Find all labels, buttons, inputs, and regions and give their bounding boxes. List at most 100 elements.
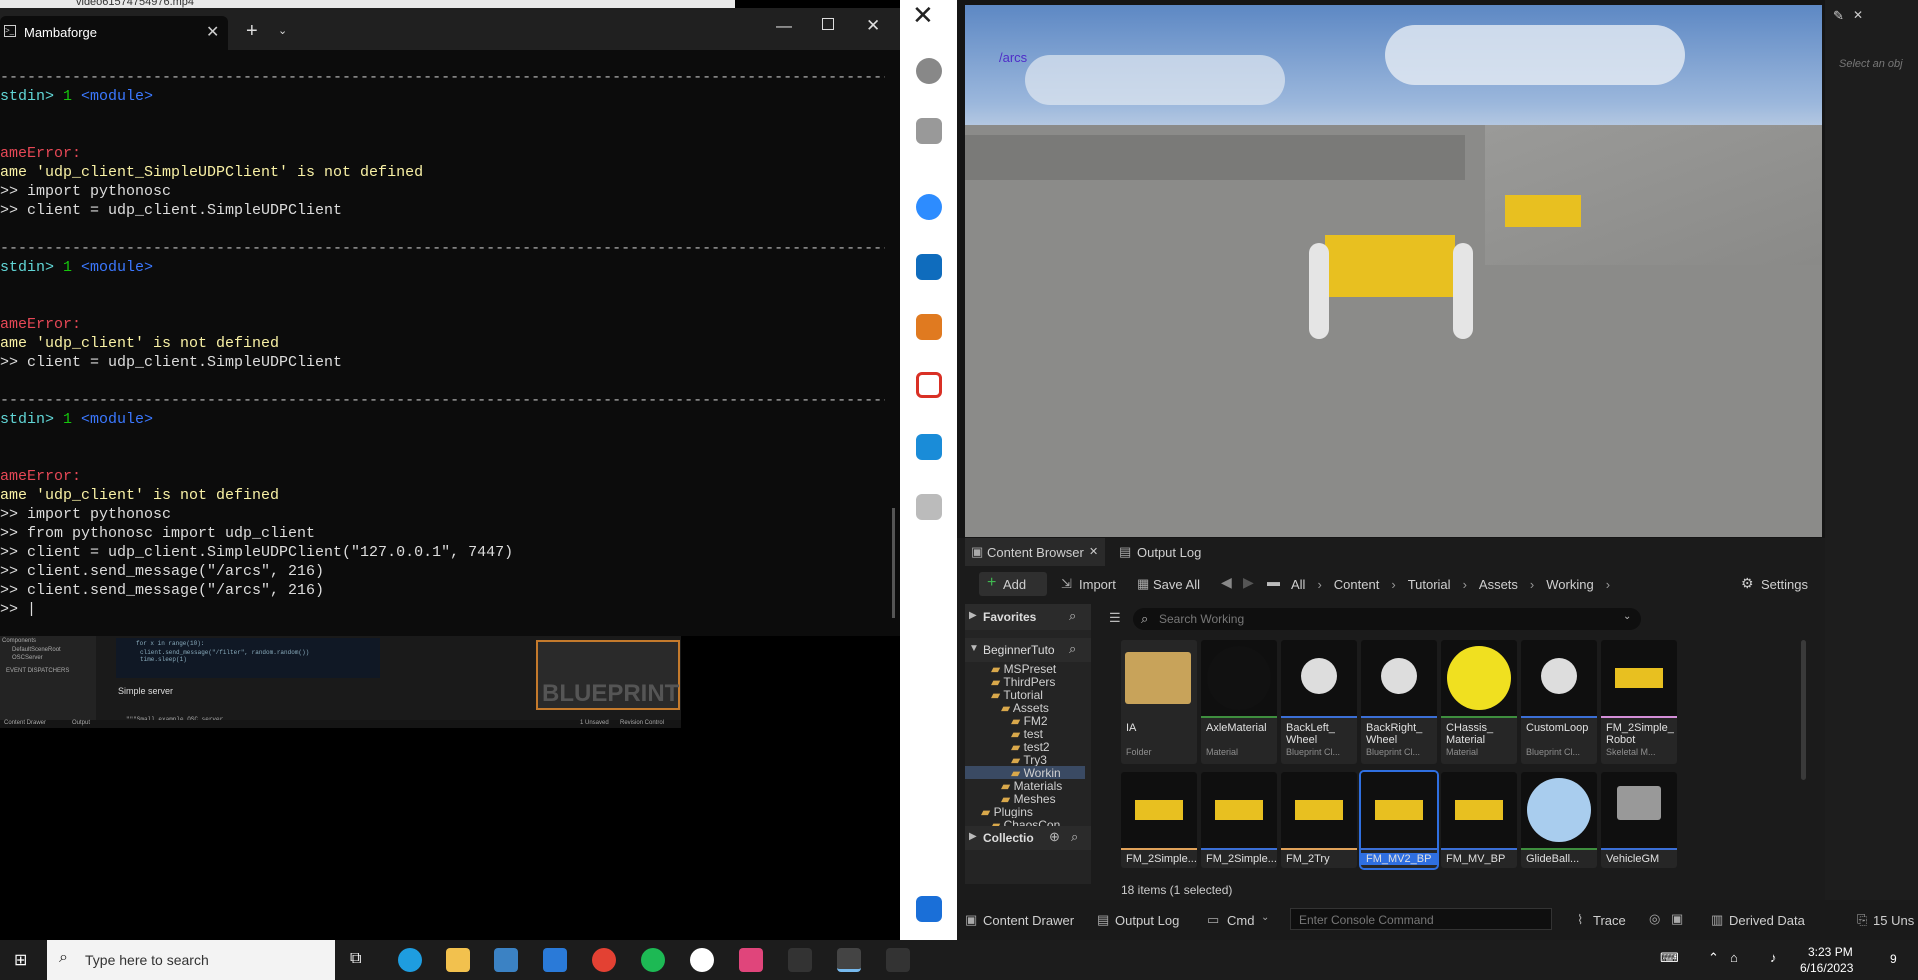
asset-tile[interactable]: FM_2Simple... (1121, 772, 1197, 868)
maximize-icon[interactable] (822, 18, 834, 30)
tree-item[interactable]: ▰ MSPreset (965, 662, 1085, 675)
collections-header[interactable]: ▶ Collectio ⊕ ⌕ (965, 826, 1091, 850)
close-window-icon[interactable]: ✕ (866, 16, 880, 36)
outlook-icon[interactable] (916, 254, 942, 280)
import-button[interactable]: ⇲ Import (1057, 572, 1123, 596)
tree-item[interactable]: ▰ test (965, 727, 1085, 740)
app-icon[interactable] (916, 314, 942, 340)
chrome-icon[interactable] (592, 948, 616, 972)
tree-item[interactable]: ▰ Meshes (965, 792, 1085, 805)
forward-icon[interactable]: ▶ (1243, 574, 1254, 591)
collapse-icon[interactable] (916, 896, 942, 922)
asset-tile[interactable]: FM_2Try (1281, 772, 1357, 868)
back-icon[interactable]: ◀ (1221, 574, 1232, 591)
mail-icon[interactable] (543, 948, 567, 972)
console-input[interactable]: Enter Console Command (1290, 908, 1552, 930)
spotify-icon[interactable] (641, 948, 665, 972)
close-tab-icon[interactable]: ✕ (206, 22, 219, 42)
minimize-icon[interactable]: — (776, 18, 792, 36)
record-icon[interactable]: ◎ (1649, 911, 1660, 927)
asset-tile[interactable]: FM_2Simple_ Robot Skeletal M... (1601, 640, 1677, 764)
tree-item[interactable]: ▰ Workin (965, 766, 1085, 779)
tree-item[interactable]: ▰ Tutorial (965, 688, 1085, 701)
screenshot-icon[interactable]: ▣ (1671, 911, 1683, 927)
add-button[interactable]: + Add (979, 572, 1047, 596)
chevron-up-icon[interactable]: ⌃ (1708, 950, 1719, 966)
add-collection-icon[interactable]: ⊕ (1049, 829, 1060, 845)
tree-item[interactable]: ▰ Try3 (965, 753, 1085, 766)
output-log-button[interactable]: ▤ Output Log (1097, 908, 1187, 932)
chevron-down-icon[interactable]: ⌄ (278, 24, 287, 37)
edge-icon[interactable] (398, 948, 422, 972)
unsaved-button[interactable]: ⎘ 15 Uns (1857, 908, 1918, 932)
search-icon[interactable]: ⌕ (1069, 608, 1076, 624)
epic-games-icon[interactable] (788, 948, 812, 972)
asset-scrollbar[interactable] (1801, 640, 1806, 780)
volume-icon[interactable]: ♪ (1770, 950, 1777, 965)
file-explorer-icon[interactable] (446, 948, 470, 972)
apps-grid-icon[interactable] (916, 494, 942, 520)
breadcrumb-item[interactable]: All (1291, 577, 1305, 595)
cmd-dropdown[interactable]: ▭ Cmd ⌄ (1207, 908, 1279, 932)
asset-tile[interactable]: IA Folder (1121, 640, 1197, 764)
tree-item[interactable]: ▰ test2 (965, 740, 1085, 753)
tree-item[interactable]: ▰ FM2 (965, 714, 1085, 727)
task-view-icon[interactable]: ⧉ (350, 950, 361, 968)
search-icon[interactable]: ⌕ (1071, 829, 1078, 845)
derived-data-button[interactable]: ▥ Derived Data (1711, 908, 1811, 932)
messenger-icon[interactable] (916, 434, 942, 460)
asset-tile[interactable]: CHassis_ Material Material (1441, 640, 1517, 764)
network-icon[interactable]: ⌂ (1730, 950, 1738, 965)
notification-count[interactable]: 9 (1890, 952, 1897, 966)
search-icon[interactable]: ⌕ (1069, 641, 1076, 657)
asset-tile[interactable]: FM_MV2_BP (1359, 770, 1439, 870)
clock-date[interactable]: 6/16/2023 (1800, 961, 1853, 975)
taskbar-search[interactable]: ⌕ Type here to search (47, 940, 335, 980)
close-icon[interactable]: ✕ (1853, 8, 1863, 22)
unreal-icon[interactable] (690, 948, 714, 972)
asset-tile[interactable]: AxleMaterial Material (1201, 640, 1277, 764)
terminal-app-icon[interactable] (837, 948, 861, 972)
app-menu-icon[interactable] (886, 948, 910, 972)
asset-tile[interactable]: BackRight_ Wheel Blueprint Cl... (1361, 640, 1437, 764)
tree-item[interactable]: ▰ Materials (965, 779, 1085, 792)
breadcrumb-item[interactable]: Tutorial (1408, 577, 1451, 595)
breadcrumb-item[interactable]: Content (1334, 577, 1380, 595)
chat-icon[interactable] (916, 58, 942, 84)
asset-tile[interactable]: CustomLoop Blueprint Cl... (1521, 640, 1597, 764)
windows-start-icon[interactable]: ⊞ (14, 950, 27, 970)
gmail-icon[interactable] (916, 372, 942, 398)
terminal-tab[interactable]: >_ Mambaforge ✕ (0, 16, 228, 50)
new-tab-icon[interactable]: + (246, 20, 258, 43)
keyboard-icon[interactable]: ⌨ (1660, 950, 1679, 966)
tab-output-log[interactable]: ▤ Output Log (1115, 538, 1225, 566)
zoom-icon[interactable] (916, 194, 942, 220)
tree-item[interactable]: ▰ ThirdPers (965, 675, 1085, 688)
favorites-header[interactable]: ▶ Favorites ⌕ (965, 604, 1091, 630)
asset-tile[interactable]: FM_2Simple... (1201, 772, 1277, 868)
edit-icon[interactable]: ✎ (1833, 8, 1844, 24)
filter-icon[interactable]: ☰ (1109, 610, 1121, 626)
close-icon[interactable]: ✕ (1089, 545, 1098, 558)
close-icon[interactable]: ✕ (912, 0, 934, 31)
info-icon[interactable] (916, 118, 942, 144)
breadcrumb-item[interactable]: Assets (1479, 577, 1518, 595)
terminal-scrollbar[interactable] (892, 508, 895, 618)
tree-item[interactable]: ▰ Plugins (965, 805, 1085, 818)
settings-button[interactable]: ⚙ Settings (1739, 572, 1821, 596)
save-all-button[interactable]: ▦ Save All (1133, 572, 1213, 596)
trace-button[interactable]: ⌇ Trace (1577, 908, 1637, 932)
terminal-output[interactable]: ----------------------------------------… (0, 68, 885, 633)
tree-item[interactable]: ▰ Assets (965, 701, 1085, 714)
asset-tile[interactable]: GlideBall... (1521, 772, 1597, 868)
breadcrumb-item[interactable]: Working (1546, 577, 1593, 595)
asset-tile[interactable]: BackLeft_ Wheel Blueprint Cl... (1281, 640, 1357, 764)
slack-icon[interactable] (739, 948, 763, 972)
asset-tile[interactable]: FM_MV_BP (1441, 772, 1517, 868)
search-input[interactable]: ⌕ Search Working ⌄ (1133, 608, 1641, 630)
level-viewport[interactable]: /arcs (965, 5, 1822, 537)
tab-content-browser[interactable]: ▣ Content Browser ✕ (965, 538, 1105, 566)
asset-tile[interactable]: VehicleGM (1601, 772, 1677, 868)
clock-time[interactable]: 3:23 PM (1808, 945, 1853, 959)
project-header[interactable]: ▼ BeginnerTuto ⌕ (965, 638, 1091, 662)
